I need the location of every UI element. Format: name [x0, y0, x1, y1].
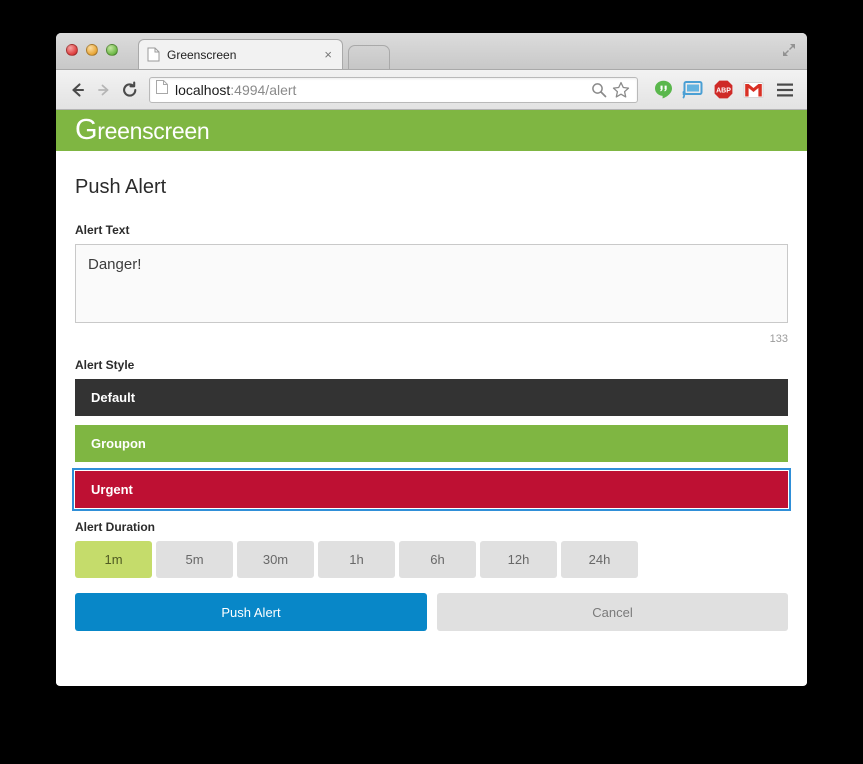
svg-text:ABP: ABP — [716, 88, 731, 95]
window-traffic-lights — [66, 44, 118, 56]
duration-option-12h[interactable]: 12h — [480, 541, 557, 578]
bookmark-star-icon[interactable] — [611, 80, 631, 100]
address-bar[interactable]: localhost:4994/alert — [149, 76, 638, 103]
alert-style-option-default[interactable]: Default — [75, 379, 788, 416]
duration-option-30m[interactable]: 30m — [237, 541, 314, 578]
new-tab-button[interactable] — [348, 45, 390, 69]
alert-duration-label: Alert Duration — [75, 520, 156, 534]
search-icon[interactable] — [589, 80, 609, 100]
cancel-button[interactable]: Cancel — [437, 593, 788, 631]
site-header: Greenscreen — [56, 110, 807, 151]
chromecast-icon[interactable] — [682, 79, 704, 101]
forward-button[interactable] — [91, 77, 117, 103]
window-close-button[interactable] — [66, 44, 78, 56]
page-title: Push Alert — [75, 176, 167, 198]
alert-style-option-list: Default Groupon Urgent — [72, 379, 791, 511]
character-counter: 133 — [769, 333, 788, 345]
duration-option-5m[interactable]: 5m — [156, 541, 233, 578]
duration-option-6h[interactable]: 6h — [399, 541, 476, 578]
fullscreen-icon[interactable] — [780, 41, 798, 59]
duration-option-1h[interactable]: 1h — [318, 541, 395, 578]
adblock-plus-icon[interactable]: ABP — [712, 79, 734, 101]
alert-style-option-label: Default — [91, 390, 136, 405]
address-bar-text: localhost:4994/alert — [175, 82, 587, 98]
browser-tab[interactable]: Greenscreen × — [138, 39, 343, 69]
alert-duration-option-list: 1m 5m 30m 1h 6h 12h 24h — [75, 541, 788, 578]
site-logo-text: reenscreen — [97, 118, 210, 144]
reload-button[interactable] — [117, 77, 143, 103]
browser-menu-icon[interactable] — [774, 79, 796, 101]
back-button[interactable] — [65, 77, 91, 103]
alert-style-option-urgent[interactable]: Urgent — [72, 468, 791, 511]
browser-tab-strip: Greenscreen × — [56, 33, 807, 70]
alert-style-option-groupon[interactable]: Groupon — [75, 425, 788, 462]
window-maximize-button[interactable] — [106, 44, 118, 56]
browser-window: Greenscreen × localhost:4994/alert ABP G… — [56, 33, 807, 686]
site-logo-initial: G — [75, 114, 98, 146]
tab-favicon-page-icon — [147, 47, 160, 62]
page-body: Push Alert Alert Text 133 Alert Style De… — [56, 176, 807, 631]
url-host: localhost — [175, 81, 231, 98]
tab-title: Greenscreen — [167, 47, 237, 62]
page-info-icon — [156, 80, 168, 99]
push-alert-button[interactable]: Push Alert — [75, 593, 427, 631]
alert-style-option-label: Urgent — [91, 482, 133, 497]
alert-text-input[interactable] — [75, 244, 788, 323]
alert-style-label: Alert Style — [75, 358, 135, 372]
url-path: :4994/alert — [230, 81, 297, 98]
web-page-content: Greenscreen Push Alert Alert Text 133 Al… — [56, 110, 807, 685]
gmail-icon[interactable] — [742, 79, 764, 101]
form-action-row: Push Alert Cancel — [75, 593, 788, 631]
hangouts-icon[interactable] — [652, 79, 674, 101]
duration-option-1m[interactable]: 1m — [75, 541, 152, 578]
tab-close-icon[interactable]: × — [322, 48, 334, 61]
alert-style-option-label: Groupon — [91, 436, 146, 451]
site-logo: Greenscreen — [75, 114, 210, 146]
duration-option-24h[interactable]: 24h — [561, 541, 638, 578]
window-minimize-button[interactable] — [86, 44, 98, 56]
alert-text-label: Alert Text — [75, 223, 130, 237]
browser-toolbar: localhost:4994/alert ABP — [56, 70, 807, 110]
